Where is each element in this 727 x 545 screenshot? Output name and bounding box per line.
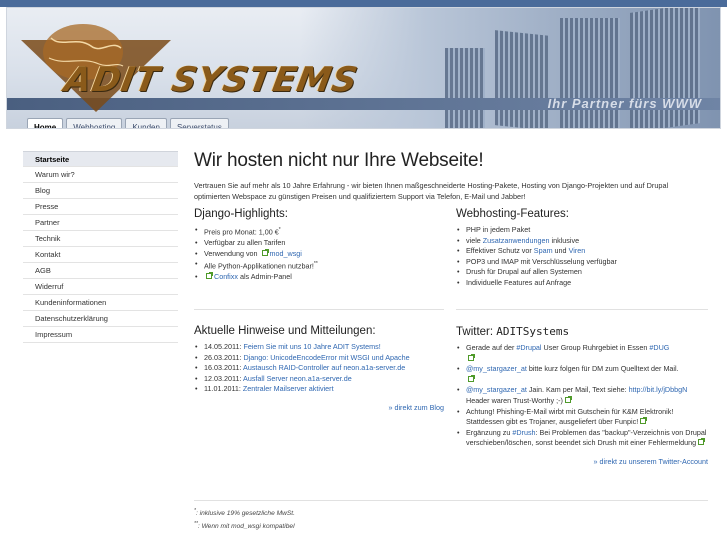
page-title: Wir hosten nicht nur Ihre Webseite!: [194, 150, 484, 171]
mod-wsgi-link[interactable]: mod_wsgi: [270, 249, 302, 258]
top-bar: [0, 0, 727, 7]
footnotes: *: inklusive 19% gesetzliche MwSt. **: W…: [194, 506, 295, 532]
news-link[interactable]: Zentraler Mailserver aktiviert: [243, 384, 334, 393]
sidebar-item-presse[interactable]: Presse: [23, 199, 178, 215]
logo-text[interactable]: ADIT SYSTEMS: [61, 60, 361, 100]
site-header: ADIT SYSTEMS Ihr Partner fürs WWW Home W…: [6, 7, 721, 129]
news-item: 11.01.2011: Zentraler Mailserver aktivie…: [194, 384, 444, 395]
external-link-icon[interactable]: [698, 438, 706, 446]
tweet-item: @my_stargazer_at bitte kurz folgen für D…: [456, 364, 708, 385]
news-item: 26.03.2011: Django: UnicodeEncodeError m…: [194, 353, 444, 364]
skyscraper-image: [495, 30, 550, 128]
list-item: Preis pro Monat: 1,00 €*: [194, 225, 444, 238]
sidebar-item-technik[interactable]: Technik: [23, 231, 178, 247]
django-heading: Django-Highlights:: [194, 208, 288, 220]
footnote-mark: **: [313, 261, 318, 268]
webhosting-heading: Webhosting-Features:: [456, 208, 569, 220]
skyscraper-image: [560, 18, 620, 128]
main-tabs: Home Webhosting Kunden Serverstatus: [27, 118, 229, 128]
news-item: 16.03.2011: Austausch RAID-Controller au…: [194, 363, 444, 374]
news-link[interactable]: Feiern Sie mit uns 10 Jahre ADIT Systems…: [243, 342, 380, 351]
hashtag-link[interactable]: #Drupal: [516, 343, 541, 352]
list-item: Effektiver Schutz vor Spam und Viren: [456, 246, 708, 257]
webhosting-features: Webhosting-Features: PHP in jedem Paket …: [456, 208, 708, 289]
sidebar-item-partner[interactable]: Partner: [23, 215, 178, 231]
mention-link[interactable]: @my_stargazer_at: [466, 364, 527, 373]
news-link[interactable]: Ausfall Server neon.a1a-server.de: [243, 374, 352, 383]
list-item: viele Zusatzanwendungen inklusive: [456, 236, 708, 247]
news-link[interactable]: Django: UnicodeEncodeError mit WSGI und …: [243, 353, 409, 362]
tab-serverstatus[interactable]: Serverstatus: [169, 118, 229, 128]
list-item: Drush für Drupal auf allen Systemen: [456, 267, 708, 278]
news-heading: Aktuelle Hinweise und Mitteilungen:: [194, 325, 376, 337]
divider: [456, 309, 708, 310]
tab-kunden[interactable]: Kunden: [125, 118, 167, 128]
divider: [194, 309, 444, 310]
sidebar-item-warum-wir[interactable]: Warum wir?: [23, 167, 178, 183]
list-item: Verwendung von mod_wsgi: [194, 248, 444, 260]
tab-webhosting[interactable]: Webhosting: [66, 118, 123, 128]
list-item: PHP in jedem Paket: [456, 225, 708, 236]
spam-link[interactable]: Spam: [534, 246, 553, 255]
short-url-link[interactable]: http://bit.ly/jDbbgN: [629, 385, 688, 394]
mention-link[interactable]: @my_stargazer_at: [466, 385, 527, 394]
external-link-icon: [261, 248, 269, 256]
viren-link[interactable]: Viren: [569, 246, 586, 255]
list-item: Alle Python-Applikationen nutzbar!**: [194, 259, 444, 272]
tweet-item: @my_stargazer_at Jain. Kam per Mail, Tex…: [456, 385, 708, 406]
twitter-handle: ADITSystems: [496, 325, 570, 338]
twitter-section: Twitter: ADITSystems Gerade auf der #Dru…: [456, 325, 708, 466]
news-section: Aktuelle Hinweise und Mitteilungen: 14.0…: [194, 325, 444, 412]
list-item: Confixx als Admin-Panel: [194, 272, 444, 283]
news-link[interactable]: Austausch RAID-Controller auf neon.a1a-s…: [243, 363, 405, 372]
tweet-item: Ergänzung zu #Drush: Bei Problemen das "…: [456, 428, 708, 449]
news-item: 14.05.2011: Feiern Sie mit uns 10 Jahre …: [194, 342, 444, 353]
slogan: Ihr Partner fürs WWW: [547, 96, 702, 111]
list-item: POP3 und IMAP mit Verschlüsselung verfüg…: [456, 257, 708, 268]
external-link-icon[interactable]: [640, 417, 648, 425]
twitter-heading: Twitter: ADITSystems: [456, 325, 570, 338]
sidebar-item-datenschutz[interactable]: Datenschutzerklärung: [23, 311, 178, 327]
external-link-icon[interactable]: [564, 395, 572, 403]
zusatzanwendungen-link[interactable]: Zusatzanwendungen: [483, 236, 550, 245]
tweet-item: Achtung! Phishing-E-Mail wirbt mit Gutsc…: [456, 407, 708, 428]
tab-home[interactable]: Home: [27, 118, 64, 128]
footnote-1: *: inklusive 19% gesetzliche MwSt.: [194, 508, 295, 518]
list-item: Verfügbar zu allen Tarifen: [194, 238, 444, 249]
external-link-icon[interactable]: [468, 353, 475, 361]
sidebar-item-widerruf[interactable]: Widerruf: [23, 279, 178, 295]
list-item: Individuelle Features auf Anfrage: [456, 278, 708, 289]
sidebar-nav: Startseite Warum wir? Blog Presse Partne…: [23, 151, 178, 343]
skyscraper-image: [445, 48, 485, 128]
footnote-2: **: Wenn mit mod_wsgi kompatibel: [194, 521, 295, 531]
blog-link[interactable]: » direkt zum Blog: [194, 403, 444, 412]
divider: [194, 500, 708, 501]
main-content: Wir hosten nicht nur Ihre Webseite! Vert…: [194, 150, 709, 202]
django-highlights: Django-Highlights: Preis pro Monat: 1,00…: [194, 208, 444, 283]
hashtag-link[interactable]: #DUG: [649, 343, 669, 352]
sidebar-item-impressum[interactable]: Impressum: [23, 327, 178, 343]
sidebar-item-startseite[interactable]: Startseite: [23, 151, 178, 167]
hashtag-link[interactable]: #Drush: [512, 428, 535, 437]
sidebar-item-blog[interactable]: Blog: [23, 183, 178, 199]
confixx-link[interactable]: Confixx: [214, 272, 238, 281]
sidebar-item-agb[interactable]: AGB: [23, 263, 178, 279]
footnote-mark: *: [278, 227, 281, 233]
sidebar-item-kundeninformationen[interactable]: Kundeninformationen: [23, 295, 178, 311]
news-item: 12.03.2011: Ausfall Server neon.a1a-serv…: [194, 374, 444, 385]
sidebar-item-kontakt[interactable]: Kontakt: [23, 247, 178, 263]
tweet-item: Gerade auf der #Drupal User Group Ruhrge…: [456, 343, 708, 364]
twitter-account-link[interactable]: » direkt zu unserem Twitter-Account: [456, 457, 708, 466]
external-link-icon: [206, 272, 213, 280]
intro-text: Vertrauen Sie auf mehr als 10 Jahre Erfa…: [194, 181, 669, 201]
external-link-icon[interactable]: [468, 374, 475, 382]
